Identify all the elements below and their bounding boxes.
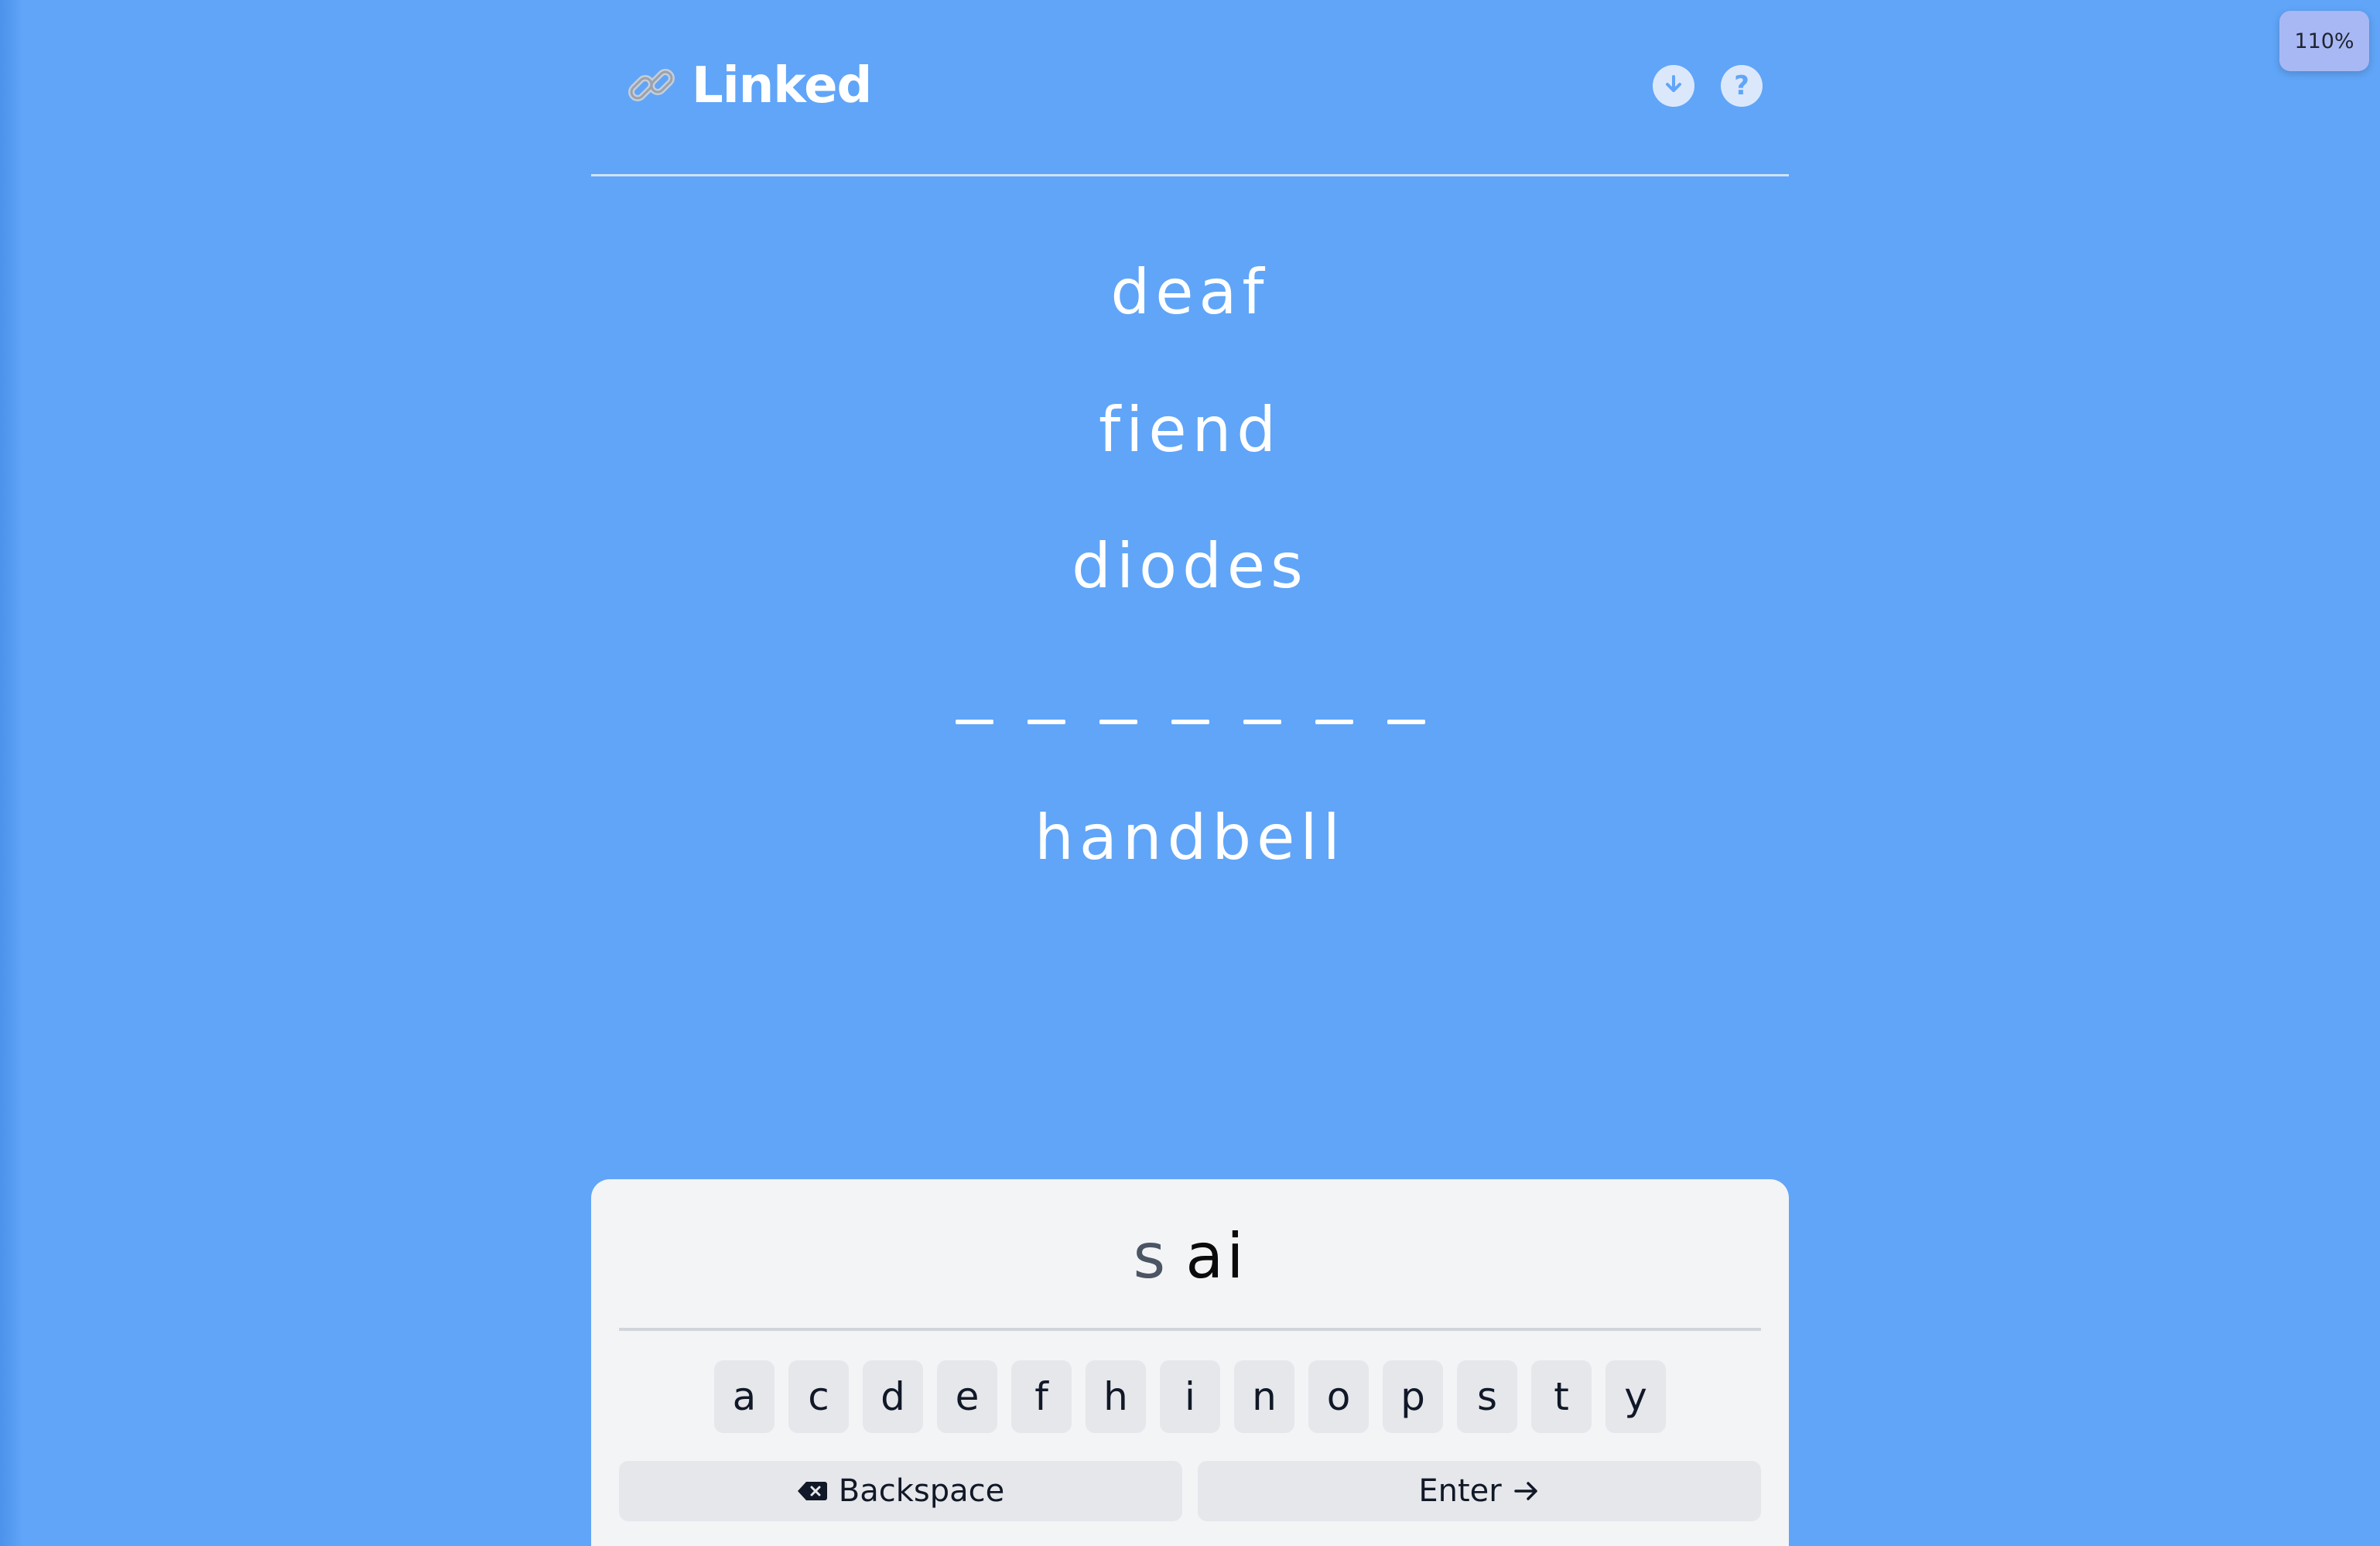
- backspace-icon: [797, 1480, 828, 1502]
- key-c[interactable]: c: [788, 1360, 849, 1433]
- header-divider: [591, 174, 1789, 176]
- enter-button[interactable]: Enter: [1198, 1461, 1761, 1521]
- key-y[interactable]: y: [1605, 1360, 1666, 1433]
- backspace-button[interactable]: Backspace: [619, 1461, 1182, 1521]
- guess-display: s ai: [591, 1226, 1789, 1288]
- window-edge-shadow: [0, 0, 23, 1546]
- answer-blank: [1315, 720, 1353, 724]
- app-title: Linked: [692, 57, 872, 115]
- chain-word-1: deaf: [1110, 256, 1270, 328]
- help-icon: ?: [1734, 70, 1749, 101]
- chain-word-final: handbell: [1034, 802, 1346, 874]
- help-button[interactable]: ?: [1721, 65, 1763, 107]
- letter-keys: acdefhinopsty: [591, 1360, 1789, 1433]
- chain-word-3: diodes: [1072, 530, 1308, 602]
- key-n[interactable]: n: [1234, 1360, 1294, 1433]
- link-icon: [625, 59, 679, 113]
- linked-app: 110% Linked ? deaf fiend diodes handbell…: [0, 0, 2380, 1546]
- key-s[interactable]: s: [1457, 1360, 1517, 1433]
- input-panel: s ai acdefhinopsty Backspace Enter: [591, 1179, 1789, 1546]
- answer-blanks: [0, 720, 2380, 724]
- guess-hint-letter: s: [1133, 1220, 1169, 1292]
- download-icon: [1662, 73, 1685, 99]
- key-f[interactable]: f: [1011, 1360, 1072, 1433]
- key-o[interactable]: o: [1308, 1360, 1369, 1433]
- key-e[interactable]: e: [937, 1360, 997, 1433]
- logo: Linked: [625, 57, 872, 115]
- answer-blank: [955, 720, 993, 724]
- guess-typed-text: ai: [1185, 1220, 1247, 1292]
- answer-blank: [1387, 720, 1425, 724]
- download-button[interactable]: [1653, 65, 1694, 107]
- key-t[interactable]: t: [1531, 1360, 1592, 1433]
- answer-blank: [1099, 720, 1137, 724]
- zoom-level-badge[interactable]: 110%: [2279, 11, 2369, 71]
- answer-blank: [1027, 720, 1065, 724]
- key-a[interactable]: a: [714, 1360, 775, 1433]
- key-h[interactable]: h: [1086, 1360, 1146, 1433]
- answer-blank: [1171, 720, 1209, 724]
- header: Linked ?: [591, 46, 1789, 132]
- key-d[interactable]: d: [863, 1360, 923, 1433]
- enter-label: Enter: [1418, 1473, 1502, 1509]
- action-row: Backspace Enter: [619, 1461, 1761, 1521]
- input-divider: [619, 1328, 1761, 1331]
- chain-word-2: fiend: [1098, 394, 1282, 466]
- key-p[interactable]: p: [1383, 1360, 1443, 1433]
- key-i[interactable]: i: [1160, 1360, 1220, 1433]
- backspace-label: Backspace: [838, 1473, 1005, 1509]
- answer-blank: [1243, 720, 1281, 724]
- arrow-right-icon: [1513, 1479, 1541, 1503]
